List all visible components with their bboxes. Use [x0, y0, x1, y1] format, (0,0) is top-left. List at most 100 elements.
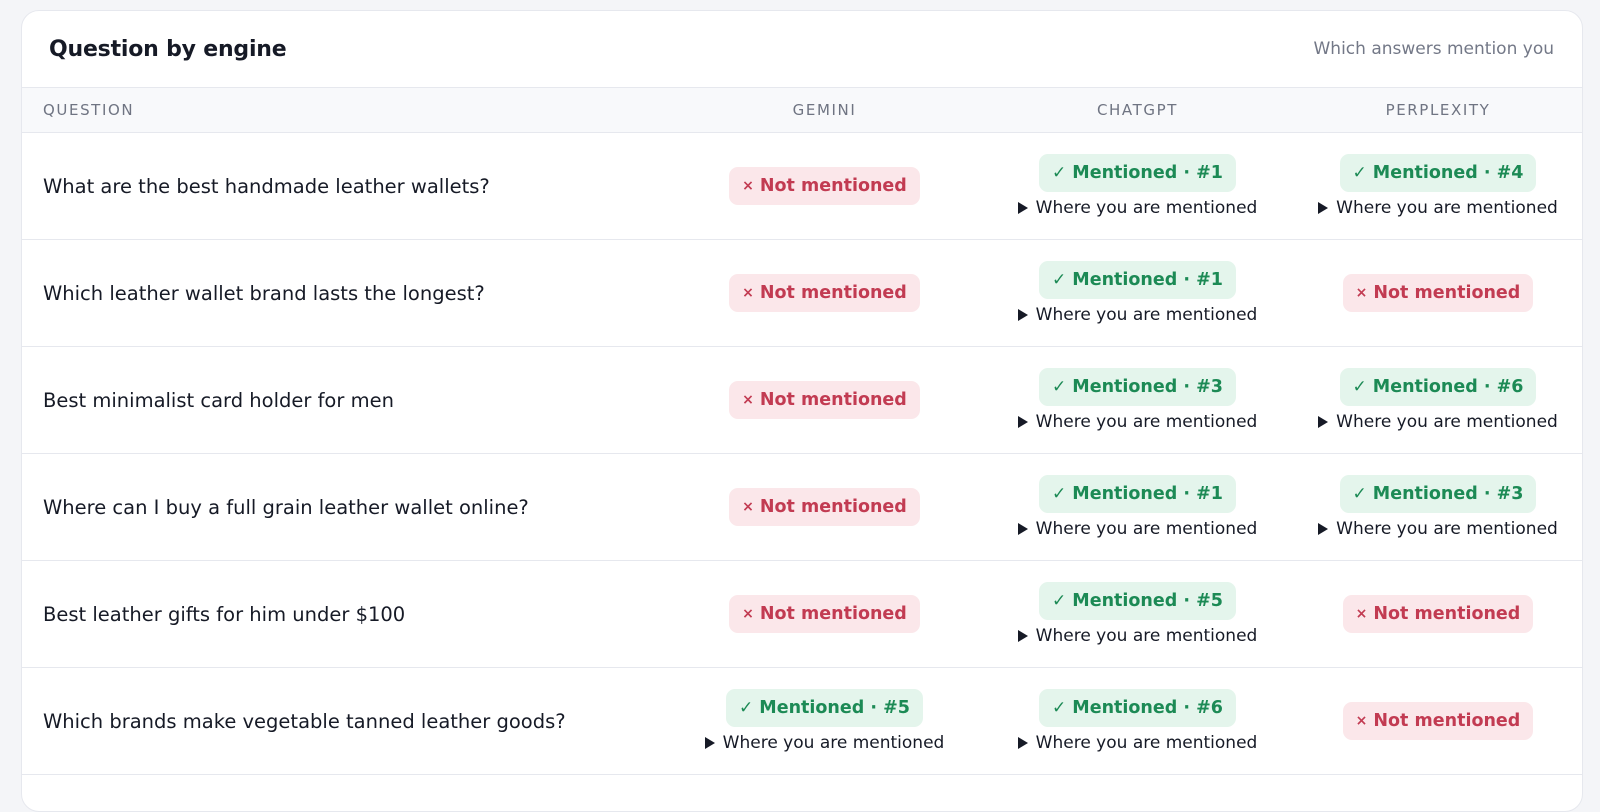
x-icon: ×: [1355, 285, 1368, 301]
mentioned-badge: ✓ Mentioned · #6: [1339, 368, 1537, 406]
where-mentioned-toggle[interactable]: Where you are mentioned: [1017, 198, 1258, 218]
card-subtitle: Which answers mention you: [1313, 39, 1555, 59]
badge-label: Mentioned · #5: [759, 698, 910, 718]
card-title: Question by engine: [49, 36, 287, 62]
check-icon: ✓: [1052, 377, 1067, 397]
where-mentioned-label: Where you are mentioned: [1035, 626, 1258, 646]
where-mentioned-label: Where you are mentioned: [1035, 412, 1258, 432]
question-text: Best leather gifts for him under $100: [43, 602, 406, 626]
perplexity-cell: ✓ Mentioned · #6 Where you are mentioned: [1294, 368, 1582, 432]
badge-label: Mentioned · #6: [1372, 377, 1524, 397]
where-mentioned-label: Where you are mentioned: [1336, 198, 1558, 218]
where-mentioned-toggle[interactable]: Where you are mentioned: [1318, 519, 1558, 539]
expand-triangle-icon: [1318, 416, 1329, 428]
where-mentioned-toggle[interactable]: Where you are mentioned: [1017, 626, 1258, 646]
where-mentioned-toggle[interactable]: Where you are mentioned: [1017, 519, 1257, 539]
x-icon: ×: [742, 285, 754, 301]
question-text: Which leather wallet brand lasts the lon…: [43, 281, 485, 305]
perplexity-cell: × Not mentioned: [1294, 274, 1582, 312]
badge-label: Mentioned · #3: [1372, 484, 1524, 504]
where-mentioned-toggle[interactable]: Where you are mentioned: [704, 733, 944, 753]
x-icon: ×: [742, 606, 754, 622]
where-mentioned-label: Where you are mentioned: [1336, 519, 1558, 539]
mentioned-badge: ✓ Mentioned · #4: [1339, 154, 1537, 192]
badge-label: Not mentioned: [1373, 283, 1521, 303]
table-row: Where can I buy a full grain leather wal…: [22, 454, 1582, 561]
table-header: Question Gemini ChatGPT Perplexity: [22, 88, 1582, 133]
gemini-cell: × Not mentioned: [668, 381, 981, 419]
where-mentioned-toggle[interactable]: Where you are mentioned: [1017, 733, 1258, 753]
where-mentioned-toggle[interactable]: Where you are mentioned: [1318, 198, 1558, 218]
perplexity-cell: ✓ Mentioned · #4 Where you are mentioned: [1294, 154, 1582, 218]
expand-triangle-icon: [1017, 630, 1028, 642]
gemini-cell: × Not mentioned: [668, 274, 981, 312]
question-text: Where can I buy a full grain leather wal…: [43, 495, 529, 519]
column-header-gemini: Gemini: [792, 101, 857, 119]
where-mentioned-toggle[interactable]: Where you are mentioned: [1017, 412, 1258, 432]
question-text: What are the best handmade leather walle…: [43, 174, 490, 198]
where-mentioned-label: Where you are mentioned: [1336, 412, 1558, 432]
expand-triangle-icon: [1017, 202, 1028, 214]
check-icon: ✓: [1352, 377, 1367, 397]
check-icon: ✓: [739, 698, 754, 718]
badge-label: Mentioned · #6: [1072, 698, 1223, 718]
not-mentioned-badge: × Not mentioned: [1342, 274, 1534, 312]
question-by-engine-card: Question by engine Which answers mention…: [21, 10, 1583, 812]
chatgpt-cell: ✓ Mentioned · #1 Where you are mentioned: [981, 154, 1294, 218]
x-icon: ×: [742, 178, 754, 194]
table-row: Which leather wallet brand lasts the lon…: [22, 240, 1582, 347]
table-body: What are the best handmade leather walle…: [22, 133, 1582, 775]
table-row: Which brands make vegetable tanned leath…: [22, 668, 1582, 775]
check-icon: ✓: [1052, 270, 1067, 290]
where-mentioned-toggle[interactable]: Where you are mentioned: [1017, 305, 1258, 325]
expand-triangle-icon: [1017, 523, 1028, 535]
expand-triangle-icon: [1318, 523, 1329, 535]
column-header-perplexity: Perplexity: [1385, 101, 1491, 119]
badge-label: Mentioned · #4: [1372, 163, 1524, 183]
x-icon: ×: [742, 499, 754, 515]
mentioned-badge: ✓ Mentioned · #3: [1339, 475, 1537, 513]
x-icon: ×: [1355, 713, 1368, 729]
expand-triangle-icon: [1017, 416, 1028, 428]
x-icon: ×: [742, 392, 754, 408]
perplexity-cell: × Not mentioned: [1294, 702, 1582, 740]
badge-label: Not mentioned: [759, 283, 907, 303]
perplexity-cell: × Not mentioned: [1294, 595, 1582, 633]
gemini-cell: ✓ Mentioned · #5 Where you are mentioned: [668, 689, 981, 753]
x-icon: ×: [1355, 606, 1368, 622]
mentioned-badge: ✓ Mentioned · #5: [726, 689, 923, 727]
table-row: Best leather gifts for him under $100 × No…: [22, 561, 1582, 668]
check-icon: ✓: [1052, 591, 1067, 611]
gemini-cell: × Not mentioned: [668, 167, 981, 205]
where-mentioned-toggle[interactable]: Where you are mentioned: [1318, 412, 1558, 432]
card-header: Question by engine Which answers mention…: [22, 11, 1582, 88]
where-mentioned-label: Where you are mentioned: [1035, 198, 1258, 218]
table-row: Best minimalist card holder for men × Not …: [22, 347, 1582, 454]
mentioned-badge: ✓ Mentioned · #1: [1039, 261, 1236, 299]
not-mentioned-badge: × Not mentioned: [729, 488, 920, 526]
gemini-cell: × Not mentioned: [668, 488, 981, 526]
where-mentioned-label: Where you are mentioned: [1035, 305, 1258, 325]
not-mentioned-badge: × Not mentioned: [729, 595, 920, 633]
not-mentioned-badge: × Not mentioned: [729, 167, 920, 205]
mentioned-badge: ✓ Mentioned · #1: [1039, 154, 1236, 192]
column-header-question: Question: [43, 101, 135, 119]
badge-label: Mentioned · #1: [1072, 484, 1223, 504]
not-mentioned-badge: × Not mentioned: [729, 381, 920, 419]
chatgpt-cell: ✓ Mentioned · #1 Where you are mentioned: [981, 475, 1294, 539]
mentioned-badge: ✓ Mentioned · #1: [1039, 475, 1236, 513]
expand-triangle-icon: [704, 737, 715, 749]
mentioned-badge: ✓ Mentioned · #6: [1039, 689, 1236, 727]
expand-triangle-icon: [1318, 202, 1329, 214]
check-icon: ✓: [1352, 163, 1367, 183]
badge-label: Mentioned · #1: [1072, 270, 1223, 290]
question-text: Best minimalist card holder for men: [43, 388, 394, 412]
expand-triangle-icon: [1017, 309, 1028, 321]
chatgpt-cell: ✓ Mentioned · #6 Where you are mentioned: [981, 689, 1294, 753]
badge-label: Not mentioned: [759, 390, 907, 410]
table-row: What are the best handmade leather walle…: [22, 133, 1582, 240]
badge-label: Not mentioned: [759, 176, 907, 196]
where-mentioned-label: Where you are mentioned: [1035, 733, 1258, 753]
badge-label: Mentioned · #3: [1072, 377, 1223, 397]
gemini-cell: × Not mentioned: [668, 595, 981, 633]
